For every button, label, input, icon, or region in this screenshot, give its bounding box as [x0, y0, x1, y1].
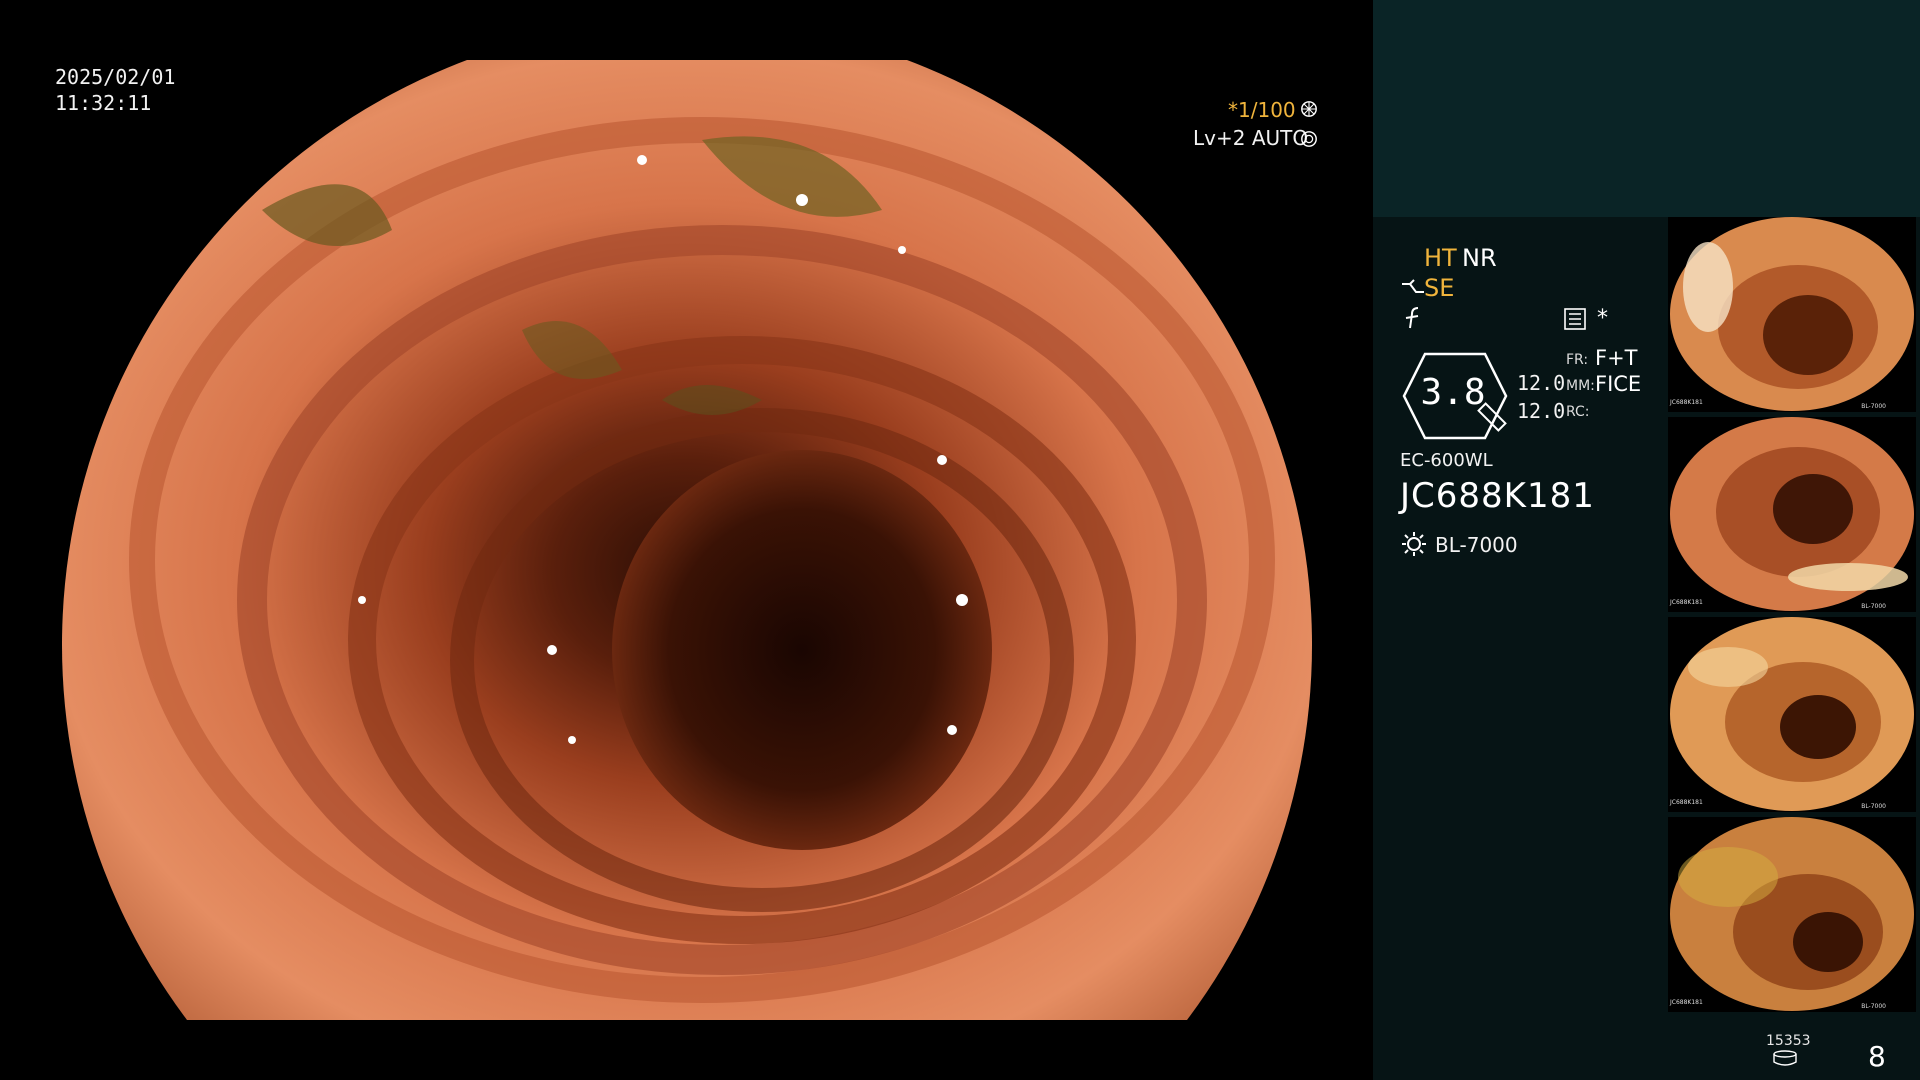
disk-icon: [1773, 1050, 1797, 1066]
dial-value: 3.8: [1420, 372, 1486, 413]
thumbnail-caption-lamp: BL-7000: [1861, 603, 1886, 610]
thumbnail-3[interactable]: JC688K181 BL-7000: [1668, 617, 1916, 812]
thumbnail-1[interactable]: JC688K181 BL-7000: [1668, 217, 1916, 412]
list-icon: [1564, 308, 1586, 330]
thumbnail-caption-lamp: BL-7000: [1861, 403, 1886, 410]
value-1: 12.0: [1517, 371, 1566, 395]
thumbnail-caption: JC688K181: [1670, 399, 1703, 406]
auto-icon: [1301, 131, 1317, 147]
scope-model: EC-600WL: [1400, 450, 1493, 471]
mm-value: FICE: [1595, 372, 1642, 396]
ht-indicator: HT: [1424, 244, 1457, 272]
page-number: 8: [1868, 1040, 1886, 1073]
lamp-icon: [1402, 532, 1426, 556]
scope-serial: JC688K181: [1400, 476, 1595, 516]
thumbnail-caption: JC688K181: [1670, 599, 1703, 606]
value-2: 12.0: [1517, 399, 1566, 423]
fr-value: F+T: [1595, 346, 1638, 370]
endoscope-view: [62, 60, 1312, 1020]
thumbnail-4[interactable]: JC688K181 BL-7000: [1668, 817, 1916, 1012]
fr-label: FR:: [1566, 352, 1589, 368]
mm-label: MM:: [1566, 378, 1595, 394]
panel-header-area: [1373, 0, 1920, 217]
date-text: 2025/02/01: [55, 65, 176, 89]
brightness-level: Lv+2 AUTO: [1193, 126, 1309, 150]
thumbnail-caption: JC688K181: [1670, 999, 1703, 1006]
thumbnail-2[interactable]: JC688K181 BL-7000: [1668, 417, 1916, 612]
nr-indicator: NR: [1462, 244, 1497, 272]
rc-label: RC:: [1566, 404, 1590, 420]
thumbnail-caption-lamp: BL-7000: [1861, 1003, 1886, 1010]
star-indicator: *: [1597, 306, 1608, 331]
thumbnail-caption: JC688K181: [1670, 799, 1703, 806]
se-indicator: SE: [1424, 274, 1455, 302]
f-icon: [1405, 307, 1419, 329]
shutter-icon: [1301, 101, 1317, 117]
time-text: 11:32:11: [55, 91, 152, 115]
light-source: BL-7000: [1435, 533, 1518, 557]
datetime: 2025/02/01 11:32:11: [55, 64, 175, 116]
thumbnail-caption-lamp: BL-7000: [1861, 803, 1886, 810]
shutter-speed: *1/100: [1228, 98, 1296, 122]
image-count: 15353: [1766, 1033, 1811, 1049]
